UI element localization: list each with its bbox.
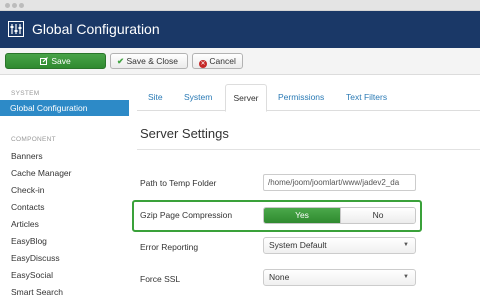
sidebar-heading-system: SYSTEM <box>11 90 40 97</box>
cancel-label: Cancel <box>209 56 236 66</box>
force-ssl-select[interactable]: None ▼ <box>263 269 416 286</box>
force-ssl-value: None <box>269 272 290 282</box>
window-dot-icon <box>12 3 17 8</box>
gzip-yes-button[interactable]: Yes <box>264 208 340 223</box>
caret-down-icon: ▼ <box>403 242 409 248</box>
sidebar-item-smart-search[interactable]: Smart Search <box>11 287 63 298</box>
toolbar: Save ✔ Save & Close ✕ Cancel <box>0 48 480 75</box>
caret-down-icon: ▼ <box>403 274 409 280</box>
sidebar-item-contacts[interactable]: Contacts <box>11 202 45 213</box>
temp-folder-label: Path to Temp Folder <box>140 178 217 188</box>
page-title: Global Configuration <box>32 21 160 37</box>
sidebar-item-cache-manager[interactable]: Cache Manager <box>11 168 71 179</box>
save-close-label: Save & Close <box>126 56 179 66</box>
temp-folder-input[interactable]: /home/joom/joomlart/www/jadev2_da <box>263 174 416 191</box>
gzip-toggle: Yes No <box>263 207 416 224</box>
tab-permissions[interactable]: Permissions <box>278 84 324 111</box>
save-close-button[interactable]: ✔ Save & Close <box>110 53 188 69</box>
save-button-label: Save <box>51 56 71 66</box>
page-header: Global Configuration <box>0 11 480 48</box>
window-dot-icon <box>5 3 10 8</box>
sidebar-item-easysocial[interactable]: EasySocial <box>11 270 53 281</box>
cancel-icon: ✕ <box>199 60 207 68</box>
sidebar-item-easydiscuss[interactable]: EasyDiscuss <box>11 253 60 264</box>
sidebar-item-articles[interactable]: Articles <box>11 219 39 230</box>
error-reporting-select[interactable]: System Default ▼ <box>263 237 416 254</box>
check-icon: ✔ <box>117 56 125 66</box>
sidebar: SYSTEM Global Configuration COMPONENT Ba… <box>0 76 131 299</box>
sidebar-item-easyblog[interactable]: EasyBlog <box>11 236 47 247</box>
tab-text-filters[interactable]: Text Filters <box>346 84 387 111</box>
force-ssl-label: Force SSL <box>140 274 181 284</box>
save-button[interactable]: Save <box>5 53 106 69</box>
joomla-config-icon <box>8 21 24 37</box>
gzip-no-button[interactable]: No <box>340 208 415 223</box>
tab-server[interactable]: Server <box>225 84 267 112</box>
sidebar-item-banners[interactable]: Banners <box>11 151 43 162</box>
sidebar-item-check-in[interactable]: Check-in <box>11 185 45 196</box>
sidebar-item-global-configuration[interactable]: Global Configuration <box>0 100 129 116</box>
error-reporting-value: System Default <box>269 240 327 250</box>
error-reporting-label: Error Reporting <box>140 242 199 252</box>
tab-bar: Site System Server Permissions Text Filt… <box>137 84 480 112</box>
tab-system[interactable]: System <box>184 84 212 111</box>
section-title: Server Settings <box>140 126 229 141</box>
tab-site[interactable]: Site <box>148 84 163 111</box>
cancel-button[interactable]: ✕ Cancel <box>192 53 243 69</box>
sidebar-heading-component: COMPONENT <box>11 136 56 143</box>
window-dot-icon <box>19 3 24 8</box>
section-divider <box>137 149 480 150</box>
gzip-label: Gzip Page Compression <box>140 210 233 220</box>
edit-icon <box>40 57 49 65</box>
window-title-bar <box>0 0 480 11</box>
